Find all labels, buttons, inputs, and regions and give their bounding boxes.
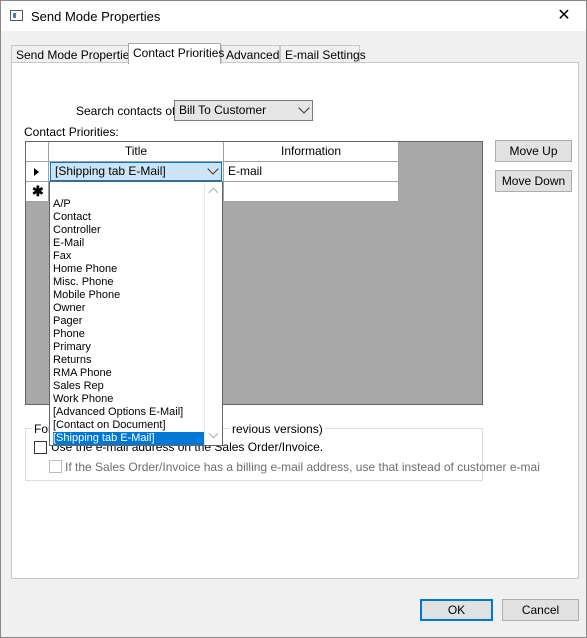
dropdown-option[interactable]: Owner (53, 302, 205, 315)
dropdown-option[interactable]: RMA Phone (53, 367, 205, 380)
title-cell[interactable]: [Shipping tab E-Mail] (49, 162, 224, 182)
dropdown-option[interactable]: A/P (53, 198, 205, 211)
search-contacts-label: Search contacts of: (76, 104, 179, 118)
scroll-down-icon[interactable] (208, 428, 219, 439)
billing-email-label: If the Sales Order/Invoice has a billing… (65, 460, 540, 474)
window-title: Send Mode Properties (31, 9, 161, 24)
chevron-down-icon (207, 163, 219, 175)
dropdown-option[interactable]: Fax (53, 250, 205, 263)
title-dropdown-list[interactable]: A/P Contact Controller E-Mail Fax Home Phone M… (49, 181, 223, 446)
new-row-icon: ✱ (32, 183, 44, 199)
column-header-title[interactable]: Title (49, 142, 224, 162)
dialog-window: Send Mode Properties ✕ Send Mode Propert… (0, 0, 587, 638)
billing-email-checkbox[interactable] (49, 460, 62, 473)
move-down-button[interactable]: Move Down (495, 170, 572, 192)
dropdown-option[interactable]: Home Phone (53, 263, 205, 276)
dropdown-option[interactable]: Sales Rep (53, 380, 205, 393)
dropdown-option[interactable]: Returns (53, 354, 205, 367)
tab-contact-priorities[interactable]: Contact Priorities (128, 43, 224, 64)
dropdown-option[interactable]: Primary (53, 341, 205, 354)
cancel-button[interactable]: Cancel (502, 599, 579, 621)
dropdown-option[interactable]: Contact (53, 211, 205, 224)
title-bar: Send Mode Properties ✕ (1, 1, 586, 31)
dropdown-option[interactable]: Pager (53, 315, 205, 328)
group-caption-right: revious versions) (230, 422, 325, 436)
close-icon[interactable]: ✕ (550, 5, 578, 27)
title-cell-combo[interactable]: [Shipping tab E-Mail] (50, 162, 222, 181)
dropdown-scrollbar[interactable] (204, 182, 222, 445)
contact-priorities-label: Contact Priorities: (24, 125, 119, 139)
column-header-information[interactable]: Information (224, 142, 399, 162)
chevron-down-icon (298, 102, 310, 114)
dropdown-option[interactable]: Controller (53, 224, 205, 237)
use-email-checkbox[interactable] (34, 441, 47, 454)
dropdown-option[interactable]: Phone (53, 328, 205, 341)
tab-email-settings[interactable]: E-mail Settings (280, 45, 366, 63)
information-cell[interactable]: E-mail (224, 162, 399, 182)
dropdown-option[interactable]: Work Phone (53, 393, 205, 406)
row-header-new[interactable]: ✱ (26, 182, 49, 202)
search-contacts-select[interactable]: Bill To Customer (174, 100, 313, 121)
scroll-up-icon[interactable] (208, 187, 219, 198)
tab-advanced[interactable]: Advanced (221, 45, 280, 63)
tab-send-mode-properties[interactable]: Send Mode Properties (11, 45, 135, 63)
move-up-button[interactable]: Move Up (495, 140, 572, 162)
dropdown-option[interactable]: Mobile Phone (53, 289, 205, 302)
title-cell-value: [Shipping tab E-Mail] (55, 164, 166, 178)
ok-button[interactable]: OK (420, 599, 493, 621)
row-header-current[interactable] (26, 162, 49, 182)
current-row-indicator-icon (34, 168, 39, 176)
new-information-cell[interactable] (224, 182, 399, 202)
dropdown-option[interactable]: [Shipping tab E-Mail] (53, 432, 205, 445)
dropdown-option[interactable]: [Contact on Document] (53, 419, 205, 432)
search-contacts-value: Bill To Customer (179, 103, 267, 117)
grid-corner-header (26, 142, 49, 162)
dropdown-option[interactable]: [Advanced Options E-Mail] (53, 406, 205, 419)
dropdown-option[interactable]: E-Mail (53, 237, 205, 250)
app-icon (10, 10, 23, 21)
dropdown-option[interactable]: Misc. Phone (53, 276, 205, 289)
